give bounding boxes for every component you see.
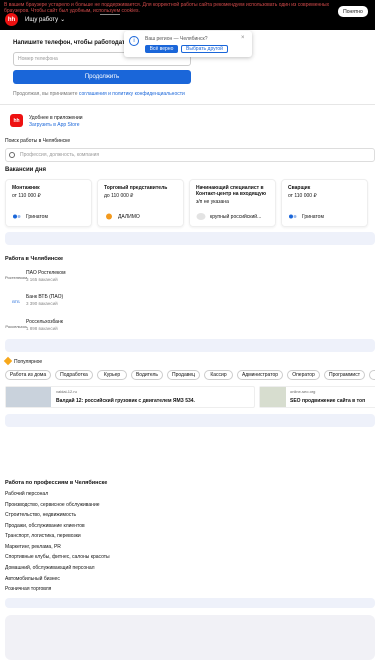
vacancy-company: ДАЛИМО (118, 214, 140, 220)
region-popup: i Ваш регион — Челябинск? × Всё верно Вы… (124, 31, 252, 57)
banner-placeholder (5, 598, 375, 608)
app-promo-title: Удобнее в приложении (29, 115, 83, 121)
consent-text: Продолжая, вы принимаете соглашения и по… (13, 91, 185, 97)
popular-label: Популярное (14, 359, 43, 365)
info-icon: i (129, 36, 139, 46)
vacancy-card[interactable]: Начинающий специалист в Контакт-центр на… (189, 179, 276, 227)
employer-vacancies: 3 165 вакансий (26, 277, 58, 282)
vacancy-title: Торговый представитель (104, 185, 168, 191)
profession-link[interactable]: Рабочий персонал (5, 491, 48, 497)
profession-link[interactable]: Продажи, обслуживание клиентов (5, 523, 85, 529)
banner-placeholder (5, 414, 375, 427)
profession-link[interactable]: Маркетинг, реклама, PR (5, 544, 61, 550)
employer-name: Банк ВТБ (ПАО) (26, 294, 64, 300)
profession-link[interactable]: Производство, сервисное обслуживание (5, 502, 100, 508)
continue-button[interactable]: Продолжить (13, 70, 191, 84)
profession-link[interactable]: Транспорт, логистика, перевозки (5, 533, 81, 539)
profession-link[interactable]: Домашний, обслуживающий персонал (5, 565, 95, 571)
chip-more[interactable] (369, 370, 375, 380)
hh-logo[interactable]: hh (5, 13, 18, 26)
banner-placeholder (5, 339, 375, 352)
vacancy-company: Гринатом (26, 214, 48, 220)
ad-domain: online-seo.org (290, 389, 316, 394)
employer-name: Россельхозбанк (26, 319, 63, 325)
banner-placeholder (5, 232, 375, 245)
vacancy-title: Монтажник (12, 185, 40, 191)
cookies-link-underline (100, 14, 120, 15)
app-store-link[interactable]: Загрузить в App Store (29, 122, 80, 128)
ad-card[interactable]: online-seo.org SEO продвижение сайта в т… (259, 386, 375, 408)
menu-label: Ищу работу (25, 16, 59, 23)
vacancy-card[interactable]: Монтажник от 110 000 ₽ Гринатом (5, 179, 92, 227)
vacancy-title: Сварщик (288, 185, 311, 191)
employer-logo: Россельхоз (5, 323, 27, 329)
profession-link[interactable]: Строительство, недвижимость (5, 512, 76, 518)
employer-logo: Ростелеком (5, 274, 27, 280)
chip-cashier[interactable]: Кассир (204, 370, 233, 380)
truck-image (6, 387, 51, 407)
vacancies-title: Вакансии дня (5, 167, 46, 173)
vacancy-salary: до 110 000 ₽ (104, 193, 134, 199)
chip-courier[interactable]: Курьер (97, 370, 127, 380)
company-logo-icon (106, 213, 112, 220)
app-logo: hh (10, 114, 23, 127)
popular-icon (3, 356, 13, 366)
consent-prefix: Продолжая, вы принимаете (13, 91, 78, 97)
company-logo-icon (289, 214, 297, 219)
understood-button[interactable]: Понятно (338, 6, 368, 17)
region-question: Ваш регион — Челябинск? (145, 36, 208, 42)
chip-seller[interactable]: Продавец (167, 370, 200, 380)
vacancy-salary: от 110 000 ₽ (12, 193, 41, 199)
vacancy-card[interactable]: Сварщик от 110 000 ₽ Гринатом (281, 179, 368, 227)
employer-vacancies: 1 898 вакансий (26, 326, 58, 331)
profession-link[interactable]: Спортивные клубы, фитнес, салоны красоты (5, 554, 110, 560)
divider (0, 104, 375, 105)
company-logo-icon (196, 213, 206, 220)
ad-text: SEO продвижение сайта в топ (290, 398, 366, 404)
search-icon (9, 152, 15, 158)
vacancy-title: Начинающий специалист в Контакт-центр на… (196, 185, 267, 197)
employer-vacancies: 3 390 вакансий (26, 301, 58, 306)
profession-link[interactable]: Автомобильный бизнес (5, 576, 60, 582)
chip-operator[interactable]: Оператор (287, 370, 320, 380)
search-input[interactable]: Профессия, должность, компания (5, 148, 375, 162)
employer-name: ПАО Ростелеком (26, 270, 66, 276)
vacancy-salary: от 110 000 ₽ (288, 193, 317, 199)
vacancy-company: Гринатом (302, 214, 324, 220)
seo-image (260, 387, 286, 407)
search-label: Поиск работы в Челябинске (5, 138, 71, 144)
region-confirm-button[interactable]: Всё верно (145, 45, 178, 53)
chip-admin[interactable]: Администратор (237, 370, 283, 380)
chip-driver[interactable]: Водитель (131, 370, 163, 380)
vacancy-company: крупный российский... (210, 214, 262, 220)
ad-card[interactable]: valdai-12.ru Валдай 12: российский грузо… (5, 386, 255, 408)
consent-link[interactable]: соглашения и политику конфиденциальности (79, 91, 185, 97)
profession-link[interactable]: Розничная торговля (5, 586, 51, 592)
job-search-menu[interactable]: Ищу работу ⌄ (25, 16, 66, 24)
employer-logo: ВТБ (12, 298, 20, 304)
chip-parttime[interactable]: Подработка (55, 370, 93, 380)
close-icon[interactable]: × (241, 35, 245, 41)
region-change-button[interactable]: Выбрать другой (181, 45, 228, 53)
ad-text: Валдай 12: российский грузовик с двигате… (56, 398, 195, 404)
company-logo-icon (13, 214, 21, 219)
professions-title: Работа по профессиям в Челябинске (5, 480, 108, 486)
footer-placeholder (5, 615, 375, 660)
employers-title: Работа в Челябинске (5, 256, 64, 262)
chip-remote[interactable]: Работа из дома (5, 370, 51, 380)
chevron-down-icon: ⌄ (60, 17, 66, 23)
browser-warning-banner: В вашем браузере устарело и больше не по… (4, 2, 330, 14)
chip-programmer[interactable]: Программист (324, 370, 365, 380)
ad-domain: valdai-12.ru (56, 389, 77, 394)
vacancy-card[interactable]: Торговый представитель до 110 000 ₽ ДАЛИ… (97, 179, 184, 227)
vacancy-salary: з/п не указана (196, 199, 229, 205)
